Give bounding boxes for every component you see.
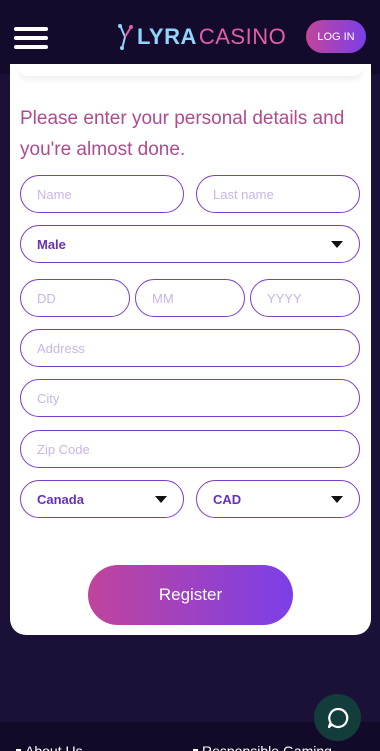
login-button[interactable]: LOG IN — [306, 20, 366, 53]
lyra-casino-logo[interactable]: LYRA CASINO — [116, 22, 286, 52]
address-input[interactable] — [20, 329, 360, 367]
gender-select-value: Male — [37, 236, 66, 252]
city-input[interactable] — [20, 379, 360, 417]
currency-select[interactable]: CAD — [196, 480, 360, 518]
hamburger-menu-icon[interactable] — [14, 27, 48, 49]
gender-select[interactable]: Male — [20, 225, 360, 263]
birth-day-input[interactable] — [20, 279, 130, 317]
currency-select-value: CAD — [213, 491, 242, 507]
card-divider — [18, 66, 363, 76]
footer-link-responsible-gaming[interactable]: Responsible Gaming — [193, 743, 332, 751]
chat-button[interactable] — [314, 694, 361, 741]
logo-word-casino: CASINO — [198, 24, 287, 49]
logo-word-lyra: LYRA — [137, 24, 197, 49]
form-heading: Please enter your personal details and y… — [20, 108, 345, 160]
zip-code-input[interactable] — [20, 430, 360, 468]
birth-month-input[interactable] — [135, 279, 245, 317]
register-button[interactable]: Register — [88, 565, 293, 625]
caret-down-icon — [155, 495, 167, 503]
footer-link-responsible-gaming-label: Responsible Gaming — [202, 743, 332, 751]
last-name-input[interactable] — [196, 175, 360, 213]
country-select[interactable]: Canada — [20, 480, 184, 518]
country-select-value: Canada — [37, 491, 84, 507]
footer-link-about-label: About Us — [25, 743, 83, 751]
first-name-input[interactable] — [20, 175, 184, 213]
top-header: LYRA CASINO LOG IN — [0, 0, 380, 74]
birth-year-input[interactable] — [250, 279, 360, 317]
caret-down-icon — [331, 240, 343, 248]
lyre-icon — [118, 24, 133, 50]
chat-bubble-icon — [327, 707, 348, 728]
footer-link-about[interactable]: About Us — [16, 743, 83, 751]
caret-down-icon — [331, 495, 343, 503]
